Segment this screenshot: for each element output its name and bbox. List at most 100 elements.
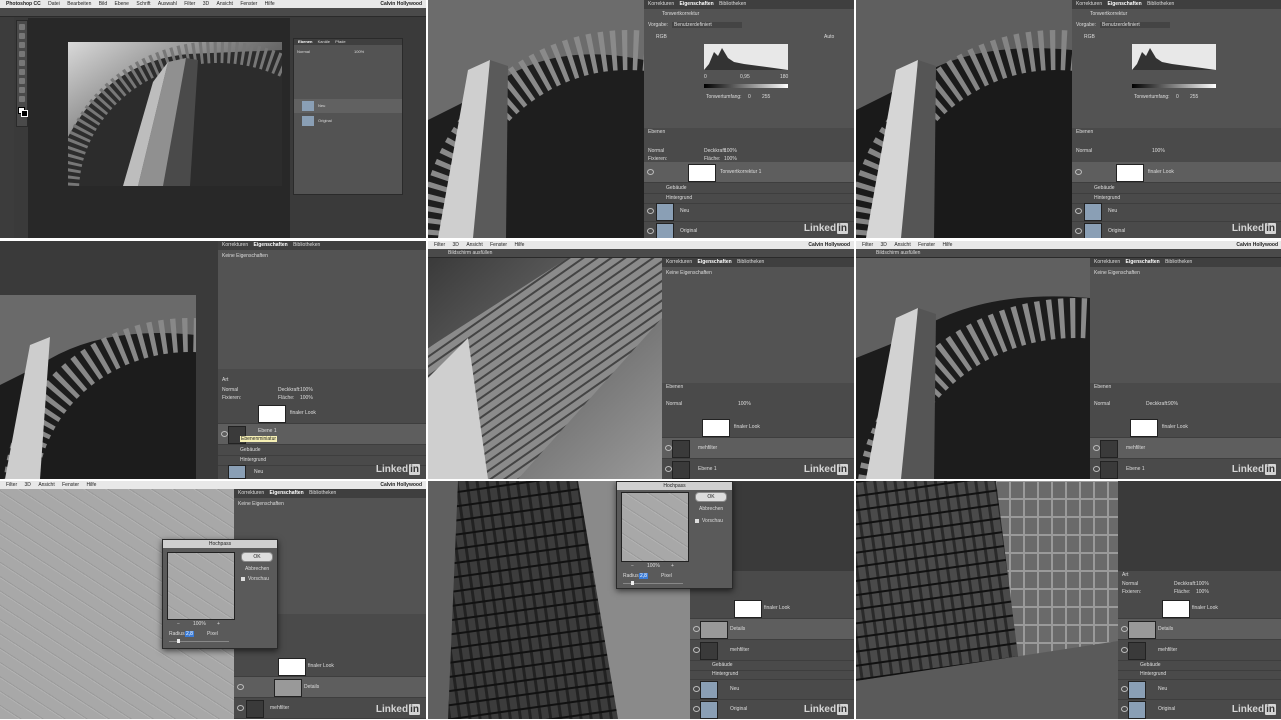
layer-row-final-look[interactable]: finaler Look bbox=[1072, 162, 1281, 183]
tab-adjustments[interactable]: Korrekturen bbox=[238, 490, 264, 496]
eraser-tool-icon[interactable] bbox=[19, 87, 25, 93]
layer-row-final-look[interactable]: finaler Look bbox=[1118, 598, 1281, 619]
layer-row-neu[interactable]: Neu bbox=[1118, 679, 1281, 700]
visibility-icon[interactable] bbox=[665, 466, 672, 472]
visibility-icon[interactable] bbox=[693, 706, 700, 712]
tab-adjustments[interactable]: Korrekturen bbox=[1076, 1, 1102, 7]
opacity-field[interactable]: 100% bbox=[1196, 581, 1209, 587]
radius-input[interactable]: 2,8 bbox=[639, 573, 648, 579]
visibility-icon[interactable] bbox=[221, 431, 228, 437]
tab-properties[interactable]: Eigenschaften bbox=[698, 259, 732, 265]
output-black[interactable]: 0 bbox=[748, 94, 751, 100]
visibility-icon[interactable] bbox=[665, 445, 672, 451]
preview-checkbox[interactable] bbox=[241, 577, 245, 581]
channel-select[interactable]: RGB bbox=[1084, 34, 1095, 40]
layer-row-neu[interactable]: Neu bbox=[1072, 201, 1281, 222]
blend-mode-select[interactable]: Normal bbox=[1076, 148, 1092, 154]
channel-select[interactable]: RGB bbox=[656, 34, 667, 40]
tab-adjustments[interactable]: Korrekturen bbox=[1094, 259, 1120, 265]
menu-item[interactable]: Auswahl bbox=[158, 1, 177, 7]
layer-row-neu[interactable]: Neu bbox=[294, 99, 402, 113]
layer-row-final-look[interactable]: finaler Look bbox=[218, 403, 426, 424]
blend-mode-select[interactable]: Normal bbox=[222, 387, 238, 393]
layer-row-details[interactable]: Details bbox=[690, 619, 854, 640]
tab-paths[interactable]: Pfade bbox=[335, 39, 345, 44]
tab-channels[interactable]: Kanäle bbox=[318, 39, 330, 44]
visibility-icon[interactable] bbox=[1121, 647, 1128, 653]
radius-slider-thumb[interactable] bbox=[177, 639, 180, 643]
menu-item[interactable]: Datei bbox=[48, 1, 60, 7]
cancel-button[interactable]: Abbrechen bbox=[699, 506, 723, 512]
opacity-field[interactable]: 100% bbox=[738, 401, 751, 407]
output-black[interactable]: 0 bbox=[1176, 94, 1179, 100]
opacity-field[interactable]: 100% bbox=[300, 387, 313, 393]
menu-item[interactable]: 3D bbox=[203, 1, 209, 7]
menu-item[interactable]: Fenster bbox=[918, 242, 935, 248]
menu-item[interactable]: Filter bbox=[6, 482, 17, 488]
blend-mode-select[interactable]: Normal bbox=[297, 49, 310, 54]
visibility-icon[interactable] bbox=[693, 686, 700, 692]
tab-adjustments[interactable]: Korrekturen bbox=[222, 242, 248, 248]
opacity-field[interactable]: 90% bbox=[1168, 401, 1178, 407]
radius-slider-thumb[interactable] bbox=[631, 581, 634, 585]
blend-mode-select[interactable]: Normal bbox=[648, 148, 664, 154]
zoom-out-icon[interactable]: − bbox=[631, 563, 634, 569]
layer-row-levels[interactable]: Tonwertkorrektur 1 bbox=[644, 162, 854, 183]
output-white[interactable]: 255 bbox=[1190, 94, 1198, 100]
menu-item[interactable]: Ansicht bbox=[466, 242, 482, 248]
crop-tool-icon[interactable] bbox=[19, 60, 25, 66]
menu-item[interactable]: Filter bbox=[184, 1, 195, 7]
menu-item[interactable]: Hilfe bbox=[514, 242, 524, 248]
tab-libraries[interactable]: Bibliotheken bbox=[1147, 1, 1174, 7]
tab-properties[interactable]: Eigenschaften bbox=[254, 242, 288, 248]
input-white[interactable]: 180 bbox=[780, 74, 788, 80]
layer-row-hochpass[interactable]: mehfilter bbox=[662, 438, 854, 459]
menu-item[interactable]: 3D bbox=[25, 482, 31, 488]
preset-select[interactable]: Benutzerdefiniert bbox=[672, 22, 742, 28]
tab-properties[interactable]: Eigenschaften bbox=[1126, 259, 1160, 265]
opacity-field[interactable]: 100% bbox=[1152, 148, 1165, 154]
menu-item[interactable]: Hilfe bbox=[265, 1, 275, 7]
layer-row-mehfilter[interactable]: mehfilter bbox=[690, 640, 854, 661]
layer-row-details[interactable]: Details bbox=[1118, 619, 1281, 640]
background-color-swatch[interactable] bbox=[21, 110, 28, 117]
gradient-tool-icon[interactable] bbox=[19, 96, 25, 102]
quick-select-tool-icon[interactable] bbox=[19, 51, 25, 57]
menu-item[interactable]: Bearbeiten bbox=[67, 1, 91, 7]
tab-properties[interactable]: Eigenschaften bbox=[680, 1, 714, 7]
fill-field[interactable]: 100% bbox=[1196, 589, 1209, 595]
stamp-tool-icon[interactable] bbox=[19, 78, 25, 84]
preset-select[interactable]: Benutzerdefiniert bbox=[1100, 22, 1170, 28]
menu-item[interactable]: Ansicht bbox=[894, 242, 910, 248]
output-white[interactable]: 255 bbox=[762, 94, 770, 100]
layer-row-neu[interactable]: Neu bbox=[644, 201, 854, 222]
visibility-icon[interactable] bbox=[1075, 208, 1082, 214]
fill-screen-button[interactable]: Bildschirm ausfüllen bbox=[448, 250, 492, 256]
brush-tool-icon[interactable] bbox=[19, 69, 25, 75]
opacity-field[interactable]: 100% bbox=[724, 148, 737, 154]
menu-item[interactable]: Fenster bbox=[240, 1, 257, 7]
visibility-icon[interactable] bbox=[1093, 466, 1100, 472]
tab-adjustments[interactable]: Korrekturen bbox=[648, 1, 674, 7]
marquee-tool-icon[interactable] bbox=[19, 33, 25, 39]
filter-kind-select[interactable]: Art bbox=[1122, 572, 1128, 578]
blend-mode-select[interactable]: Normal bbox=[1094, 401, 1110, 407]
zoom-out-icon[interactable]: − bbox=[177, 621, 180, 627]
visibility-icon[interactable] bbox=[1121, 706, 1128, 712]
visibility-icon[interactable] bbox=[647, 208, 654, 214]
layer-row-original[interactable]: Original bbox=[294, 114, 402, 128]
layer-row-final-look[interactable]: finaler Look bbox=[234, 656, 426, 677]
preview-thumbnail[interactable] bbox=[167, 552, 235, 620]
menu-item[interactable]: Ebene bbox=[115, 1, 129, 7]
tab-libraries[interactable]: Bibliotheken bbox=[737, 259, 764, 265]
menu-item[interactable]: Ansicht bbox=[217, 1, 233, 7]
tab-libraries[interactable]: Bibliotheken bbox=[309, 490, 336, 496]
ok-button[interactable]: OK bbox=[241, 552, 273, 562]
tab-properties[interactable]: Eigenschaften bbox=[1108, 1, 1142, 7]
input-black[interactable]: 0 bbox=[704, 74, 707, 80]
visibility-icon[interactable] bbox=[1075, 169, 1082, 175]
visibility-icon[interactable] bbox=[1093, 445, 1100, 451]
visibility-icon[interactable] bbox=[237, 705, 244, 711]
tab-properties[interactable]: Eigenschaften bbox=[270, 490, 304, 496]
move-tool-icon[interactable] bbox=[19, 24, 25, 30]
